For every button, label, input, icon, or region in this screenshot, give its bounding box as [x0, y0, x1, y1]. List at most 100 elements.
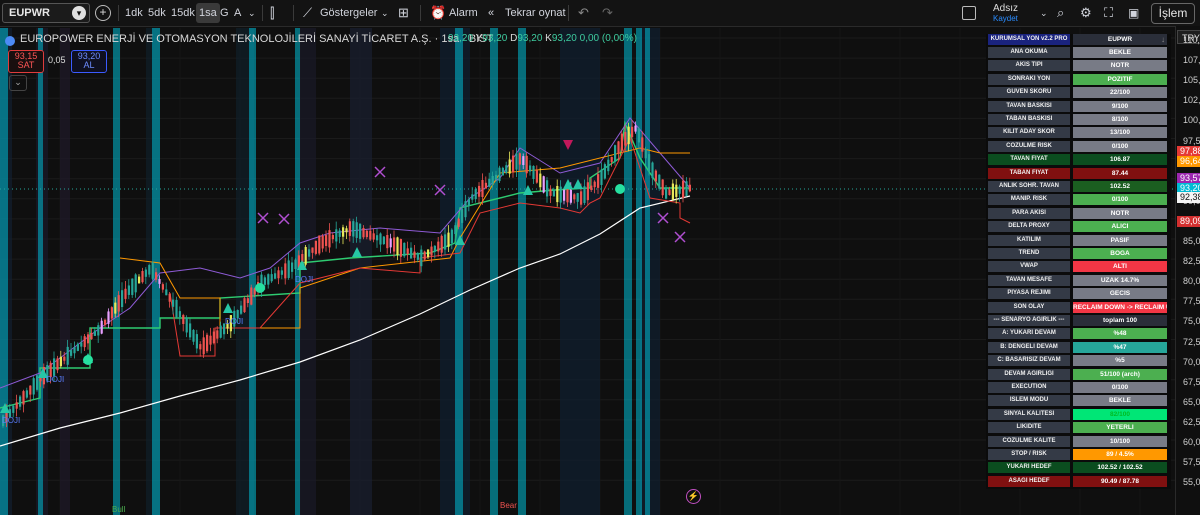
price-tick-label: 102,50 [1183, 95, 1200, 106]
candle [573, 194, 576, 200]
symbol-title[interactable]: EUROPOWER ENERJİ VE OTOMASYON TEKNOLOJİL… [20, 33, 493, 45]
highlight-bar [636, 28, 642, 515]
row-value: 13/100 [1073, 127, 1167, 139]
candle [19, 396, 22, 407]
undo-icon[interactable]: ↶ [578, 0, 589, 26]
candle [53, 358, 56, 376]
candle [624, 132, 627, 146]
candle [416, 252, 419, 260]
candle [518, 153, 521, 165]
replay-icon[interactable]: « [488, 0, 494, 26]
row-label: B: DENGELI DEVAM [988, 341, 1070, 353]
indicators-button[interactable]: Göstergeler [320, 0, 377, 26]
trade-button[interactable]: İşlem [1151, 3, 1195, 24]
fullscreen-icon[interactable]: ⛶ [1104, 0, 1113, 26]
candle [583, 186, 586, 203]
candle [508, 159, 511, 174]
price-tick-label: 80,00 [1183, 276, 1200, 287]
candle [661, 179, 664, 196]
alarm-icon[interactable]: ⏰ [430, 0, 446, 26]
row-value: 0/100 [1073, 194, 1167, 206]
candle [498, 167, 501, 182]
symbol-search-box[interactable]: EUPWR ▾ [2, 3, 90, 23]
highlight-bar [0, 28, 8, 515]
candle [195, 334, 198, 349]
layout-dropdown-icon[interactable]: ⌄ [1040, 0, 1048, 26]
save-layout-button[interactable]: Adsız Kaydet [983, 2, 1023, 24]
sell-button[interactable]: 93,15 SAT [8, 50, 44, 73]
row-value: PASIF [1073, 234, 1167, 246]
table-row: VWAP ALTI [986, 261, 1171, 273]
timeframe-1sa[interactable]: 1sa [196, 3, 220, 23]
timeframe-5dk[interactable]: 5dk [148, 0, 166, 26]
row-label: PARA AKISI [988, 207, 1070, 219]
panel-collapse-icon[interactable]: ↓ [1161, 35, 1165, 44]
timeframe-a[interactable]: A [234, 0, 241, 26]
row-value: 102.52 [1073, 181, 1167, 192]
buy-button[interactable]: 93,20 AL [71, 50, 107, 73]
candle [348, 221, 351, 236]
candle [651, 162, 654, 179]
timeframe-g[interactable]: G [220, 0, 229, 26]
quick-search-icon[interactable]: ⌕ [1057, 0, 1064, 26]
timeframe-dropdown-icon[interactable]: ⌄ [248, 0, 256, 26]
table-row: EXECUTION 0/100 [986, 382, 1171, 394]
candle [447, 232, 450, 247]
candle [617, 141, 620, 154]
candle [138, 276, 141, 284]
session-shade [300, 28, 316, 515]
session-shade [60, 28, 70, 515]
candle [66, 346, 69, 365]
settings-gear-icon[interactable]: ⚙ [1080, 0, 1092, 26]
replay-button[interactable]: Tekrar oynat [505, 0, 566, 26]
candle [406, 248, 409, 255]
candle [274, 273, 277, 279]
layout-grid-icon[interactable]: ⊞ [398, 0, 409, 26]
row-value: 8/100 [1073, 114, 1167, 125]
candle [365, 230, 368, 238]
candle [308, 249, 311, 257]
candle [335, 229, 338, 242]
highlight-bar [113, 28, 120, 515]
price-axis[interactable]: TRY 110,00107,50105,00102,50100,0097,509… [1175, 26, 1200, 515]
row-value: 9/100 [1073, 100, 1167, 112]
candle [648, 154, 651, 172]
highlight-bar [490, 28, 498, 515]
candle [430, 246, 433, 256]
row-label: EXECUTION [988, 382, 1070, 393]
layout-select-icon[interactable] [962, 6, 976, 20]
table-row: SINYAL KALITESI 82/100 [986, 408, 1171, 421]
highlight-bar [518, 28, 526, 515]
candle [280, 270, 283, 275]
legend-collapse-icon[interactable]: ⌄ [9, 75, 27, 91]
timeframe-15dk[interactable]: 15dk [171, 0, 195, 26]
candle [29, 385, 32, 395]
alarm-button[interactable]: Alarm [449, 0, 478, 26]
price-tick-label: 70,00 [1183, 356, 1200, 367]
candle [182, 315, 185, 324]
lightning-icon[interactable]: ⚡ [686, 489, 701, 504]
candle [535, 170, 538, 183]
compare-symbol-icon[interactable]: + [95, 5, 111, 21]
spread-value: 0,05 [48, 55, 66, 65]
candle [114, 302, 117, 314]
timeframe-1dk[interactable]: 1dk [125, 0, 143, 26]
candle-type-icon[interactable]: ⫿ [270, 0, 274, 26]
candle [104, 319, 107, 325]
candle [117, 295, 120, 312]
redo-icon[interactable]: ↷ [602, 0, 613, 26]
candle [386, 234, 389, 249]
row-value: toplam 100 [1073, 315, 1167, 326]
indicators-dropdown-icon[interactable]: ⌄ [381, 0, 389, 26]
snapshot-camera-icon[interactable]: ▣ [1128, 0, 1139, 26]
candle [675, 184, 678, 197]
candle [342, 227, 345, 237]
candle [450, 229, 453, 244]
table-row: SON OLAY RECLAIM DOWN -> RECLAIM UP [986, 301, 1171, 314]
row-value: 51/100 (arch) [1073, 368, 1167, 380]
row-label: ANLIK SOHR. TAVAN [988, 181, 1070, 192]
row-label: AKIS TIPI [988, 60, 1070, 72]
indicators-icon[interactable]: ⟋ [303, 0, 312, 26]
candle [576, 193, 579, 202]
doji-label: DOJI [295, 275, 313, 284]
